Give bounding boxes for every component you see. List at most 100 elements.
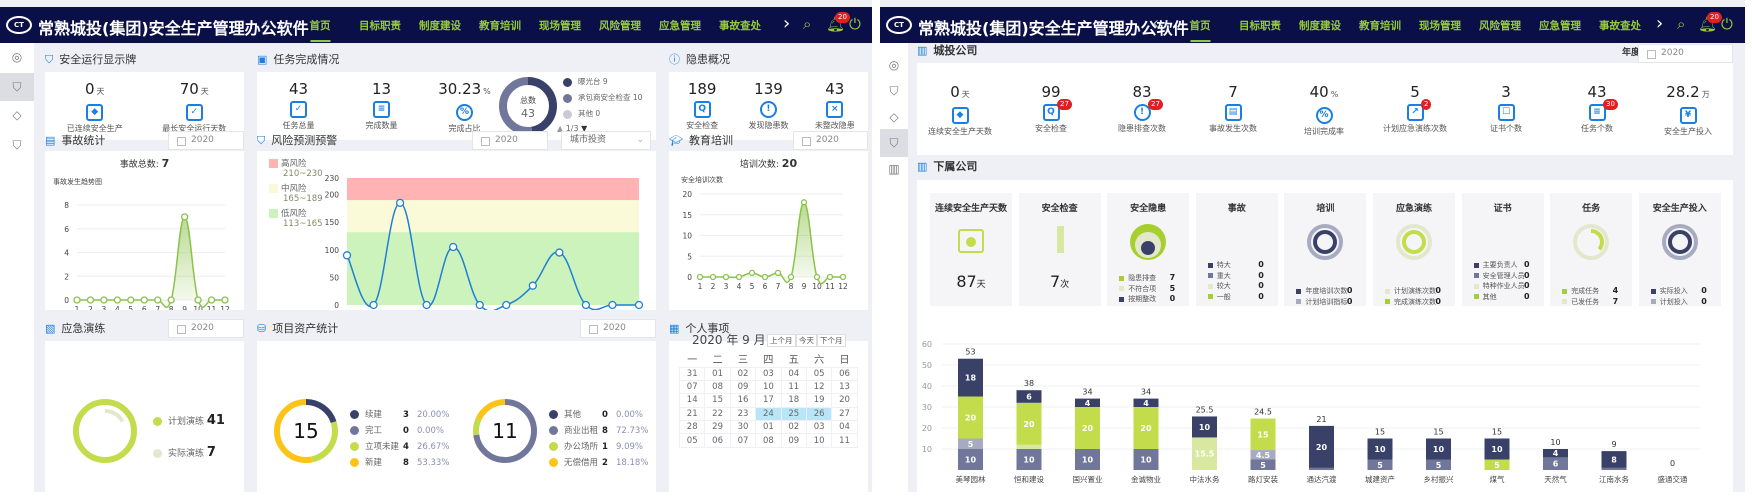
nav-item-1[interactable]: 目标职责 bbox=[1239, 18, 1281, 33]
sidebar-map-icon[interactable]: ◇ bbox=[880, 103, 908, 131]
nav-item-1[interactable]: 目标职责 bbox=[359, 18, 401, 33]
calendar-day[interactable]: 28 bbox=[678, 420, 706, 435]
calendar-week: 28 29 30 01 02 03 04 bbox=[678, 420, 858, 435]
search-icon[interactable]: ⌕ bbox=[1677, 15, 1685, 33]
calendar-day[interactable]: 11 bbox=[780, 379, 807, 395]
section-header-safety-board: ⛉ 安全运行显示牌 bbox=[45, 52, 136, 68]
calendar-day[interactable]: 10 bbox=[755, 379, 782, 395]
power-icon[interactable]: ⏻ bbox=[1721, 15, 1733, 33]
calendar-day[interactable]: 21 bbox=[678, 406, 706, 422]
calendar-day[interactable]: 24 bbox=[755, 406, 782, 422]
education-year-picker[interactable]: 2020 bbox=[793, 131, 868, 150]
calendar-day[interactable]: 09 bbox=[729, 379, 757, 395]
calendar-day[interactable]: 13 bbox=[831, 379, 858, 395]
calendar-day[interactable]: 29 bbox=[704, 420, 731, 435]
calendar-day[interactable]: 09 bbox=[780, 433, 807, 448]
nav-item-7[interactable]: 事故查处 bbox=[719, 18, 761, 33]
calendar-day[interactable]: 31 bbox=[678, 366, 706, 381]
calendar-btn-1[interactable]: 今天 bbox=[796, 334, 817, 347]
calendar-day[interactable]: 05 bbox=[805, 366, 833, 381]
nav-item-4[interactable]: 现场管理 bbox=[539, 18, 581, 33]
sub-card-unit: 次 bbox=[1060, 280, 1070, 290]
sidebar-fingerprint-icon[interactable]: ◎ bbox=[0, 43, 34, 71]
nav-item-6[interactable]: 应急管理 bbox=[659, 18, 701, 33]
calendar-day[interactable]: 11 bbox=[831, 433, 858, 448]
nav-prev-icon[interactable]: ‹ bbox=[262, 13, 269, 34]
calendar-day[interactable]: 03 bbox=[805, 420, 833, 435]
sidebar-fingerprint-icon[interactable]: ◎ bbox=[880, 51, 908, 79]
calendar-day[interactable]: 04 bbox=[831, 420, 858, 435]
calendar-day[interactable]: 01 bbox=[704, 366, 731, 381]
nav-item-6[interactable]: 应急管理 bbox=[1539, 18, 1581, 33]
calendar-day[interactable]: 23 bbox=[729, 406, 757, 422]
search-icon[interactable]: ⌕ bbox=[803, 15, 811, 33]
nav-item-3[interactable]: 教育培训 bbox=[479, 18, 521, 33]
calendar-day[interactable]: 02 bbox=[729, 366, 757, 381]
shield-icon: ⛉ bbox=[45, 53, 54, 66]
calendar-day[interactable]: 06 bbox=[704, 433, 731, 448]
risk-year-picker[interactable]: 2020 bbox=[472, 131, 548, 150]
calendar-day[interactable]: 14 bbox=[678, 393, 706, 408]
nav-item-4[interactable]: 现场管理 bbox=[1419, 18, 1461, 33]
calendar-day[interactable]: 03 bbox=[755, 366, 782, 381]
nav-item-3[interactable]: 教育培训 bbox=[1359, 18, 1401, 33]
sidebar-building-icon[interactable]: ▥ bbox=[880, 155, 908, 183]
bar-total-label: 34 bbox=[1141, 388, 1151, 397]
calendar-day[interactable]: 10 bbox=[805, 433, 833, 448]
sidebar: ◎ ⛉ ◇ ⛉ ▥ bbox=[880, 43, 908, 492]
sidebar-map-icon[interactable]: ◇ bbox=[0, 101, 34, 129]
bell-icon[interactable]: 🔔︎ 20 bbox=[826, 12, 850, 33]
calendar-day[interactable]: 07 bbox=[678, 379, 706, 395]
calendar-day[interactable]: 16 bbox=[729, 393, 757, 408]
data-point bbox=[826, 273, 834, 281]
nav-next-icon[interactable]: › bbox=[1656, 13, 1663, 34]
nav-item-5[interactable]: 风险管理 bbox=[1479, 18, 1521, 33]
nav-prev-icon[interactable]: ‹ bbox=[1152, 13, 1159, 34]
nav-item-2[interactable]: 制度建设 bbox=[419, 18, 461, 33]
year-picker[interactable]: 2020 bbox=[1638, 44, 1733, 63]
nav-item-5[interactable]: 风险管理 bbox=[599, 18, 641, 33]
sidebar-shield-icon[interactable]: ⛉ bbox=[880, 77, 908, 105]
calendar-day[interactable]: 17 bbox=[755, 393, 782, 408]
sidebar-shield-icon[interactable]: ⛉ bbox=[0, 73, 34, 101]
company-select[interactable]: 城市投资 ⌄ bbox=[561, 131, 651, 150]
nav-item-0[interactable]: 首页 bbox=[1190, 18, 1211, 33]
nav-item-0[interactable]: 首页 bbox=[310, 18, 331, 33]
calendar-btn-0[interactable]: 上个月 bbox=[767, 334, 796, 347]
risk-band-2 bbox=[347, 178, 639, 201]
legend-row: 计划演练次数 0 bbox=[1385, 286, 1447, 296]
calendar-day[interactable]: 30 bbox=[729, 420, 757, 435]
sidebar-shield-check-icon[interactable]: ⛉ bbox=[0, 131, 34, 159]
calendar-btn-2[interactable]: 下个月 bbox=[817, 334, 846, 347]
calendar-day[interactable]: 05 bbox=[678, 433, 706, 448]
calendar-day[interactable]: 15 bbox=[704, 393, 731, 408]
legend-percent: 72.73% bbox=[616, 426, 649, 436]
power-icon[interactable]: ⏻ bbox=[849, 15, 861, 33]
nav-next-icon[interactable]: › bbox=[783, 13, 790, 34]
section-header-tasks: ▣ 任务完成情况 bbox=[257, 52, 339, 68]
calendar-day[interactable]: 06 bbox=[831, 366, 858, 381]
calendar-day[interactable]: 08 bbox=[704, 379, 731, 395]
assets-year-picker[interactable]: 2020 bbox=[580, 319, 656, 338]
calendar-day[interactable]: 08 bbox=[755, 433, 782, 448]
calendar-day[interactable]: 25 bbox=[780, 406, 807, 422]
calendar-day[interactable]: 07 bbox=[729, 433, 757, 448]
legend-label: 新建 bbox=[365, 458, 383, 468]
calendar-day[interactable]: 22 bbox=[704, 406, 731, 422]
bell-icon[interactable]: 🔔︎ 20 bbox=[1698, 12, 1722, 33]
calendar-day[interactable]: 02 bbox=[780, 420, 807, 435]
calendar-day[interactable]: 12 bbox=[805, 379, 833, 395]
drill-year-picker[interactable]: 2020 bbox=[168, 319, 244, 338]
nav-item-7[interactable]: 事故查处 bbox=[1599, 18, 1641, 33]
nav-item-2[interactable]: 制度建设 bbox=[1299, 18, 1341, 33]
data-point bbox=[735, 273, 743, 281]
calendar-day[interactable]: 19 bbox=[805, 393, 833, 408]
accident-year-picker[interactable]: 2020 bbox=[168, 131, 244, 150]
calendar-day[interactable]: 04 bbox=[780, 366, 807, 381]
calendar-day[interactable]: 18 bbox=[780, 393, 807, 408]
calendar-day[interactable]: 26 bbox=[805, 406, 833, 422]
calendar-day[interactable]: 20 bbox=[831, 393, 858, 408]
sidebar-shield-check-icon[interactable]: ⛉ bbox=[880, 129, 908, 157]
calendar-day[interactable]: 27 bbox=[831, 406, 858, 422]
calendar-day[interactable]: 01 bbox=[755, 420, 782, 435]
